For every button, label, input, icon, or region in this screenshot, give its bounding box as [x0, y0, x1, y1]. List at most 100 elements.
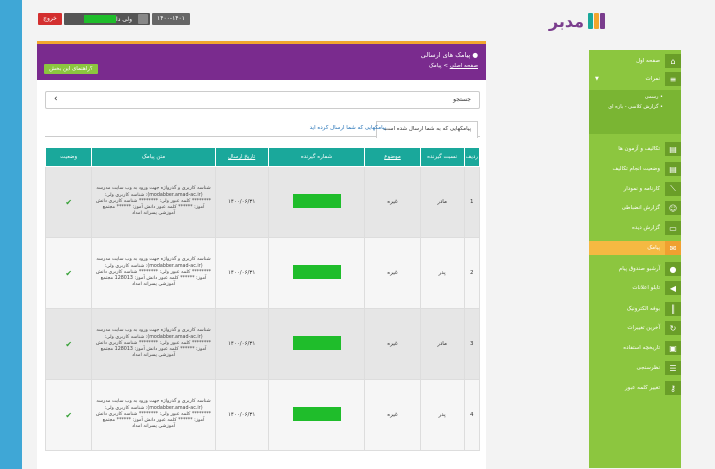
year-selector[interactable]: ۱۴۰۰-۱۴۰۱	[152, 13, 190, 25]
subject: غیره	[364, 166, 421, 238]
recipient-relation: مادر	[419, 308, 465, 380]
tab-sent[interactable]: پیامکهایی که شما ارسال کرده اید	[304, 121, 392, 136]
sidebar-item-homework-status[interactable]: ▤ وضعیت انجام تکالیف	[589, 162, 681, 176]
megaphone-icon: ◀	[665, 281, 681, 295]
tabs: پیامکهایی که به شما ارسال شده است پیامکه…	[45, 121, 480, 138]
send-date: ۱۴۰۰/۰۶/۳۱	[214, 166, 269, 238]
chat-icon: ●	[665, 262, 681, 276]
recipient-number	[267, 308, 366, 380]
send-date: ۱۴۰۰/۰۶/۳۱	[214, 308, 269, 380]
submenu-item-class-report[interactable]: • گزارش کلاسی - بازه ای	[589, 104, 681, 110]
row-number: 3	[463, 308, 481, 380]
redacted-number	[292, 194, 341, 208]
table-row[interactable]: 2 پدر غیره ۱۴۰۰/۰۶/۳۱ شناسه کاربری و گذر…	[44, 237, 481, 309]
message-text: شناسه کاربری و گذرواژه جهت ورود به وب سا…	[91, 308, 216, 380]
logout-button[interactable]: خروج	[38, 13, 62, 25]
table-row[interactable]: 3 مادر غیره ۱۴۰۰/۰۶/۳۱ شناسه کاربری و گذ…	[44, 308, 481, 380]
sidebar-item-survey[interactable]: ☰ نظرسنجی	[589, 361, 681, 375]
submenu-item-official[interactable]: • رسمی	[589, 94, 681, 100]
redacted-number	[292, 336, 341, 350]
col-header-send-date[interactable]: تاریخ ارسال	[214, 147, 269, 167]
row-number: 2	[463, 237, 481, 309]
status: ✔	[44, 166, 93, 238]
chevron-left-icon[interactable]: ‹	[54, 94, 58, 104]
table-row[interactable]: 1 مادر غیره ۱۴۰۰/۰۶/۳۱ شناسه کاربری و گذ…	[44, 166, 481, 238]
sent-check-icon: ✔	[65, 339, 73, 349]
refresh-icon: ↻	[665, 321, 681, 335]
help-button[interactable]: ؟ راهنمای این بخش	[44, 64, 98, 74]
sidebar-submenu: • رسمی • گزارش کلاسی - بازه ای	[589, 90, 681, 134]
search-label: جستجو	[453, 96, 471, 103]
sidebar-item-change-password[interactable]: ⚷ تغییر کلمه عبور	[589, 381, 681, 395]
send-date: ۱۴۰۰/۰۶/۳۱	[214, 237, 269, 309]
subject: غیره	[364, 308, 421, 380]
table-row[interactable]: 4 پدر غیره ۱۴۰۰/۰۶/۳۱ شناسه کاربری و گذر…	[44, 379, 481, 451]
sidebar-item-home[interactable]: ⌂ صفحه اول	[589, 54, 681, 68]
recipient-number	[267, 166, 366, 238]
table-header-row: ردیف نسبت گیرنده موضوع شماره گیرنده تاری…	[44, 147, 481, 167]
mail-icon: ✉	[665, 241, 681, 255]
message-text: شناسه کاربری و گذرواژه جهت ورود به وب سا…	[91, 166, 216, 238]
sidebar-item-sms[interactable]: ✉ پیامک	[589, 241, 681, 255]
sidebar-item-report-card[interactable]: ⟋ کارنامه و نمودار	[589, 182, 681, 196]
col-header-subject[interactable]: موضوع	[364, 147, 421, 167]
row-number: 4	[463, 379, 481, 451]
col-header-status: وضعیت	[44, 147, 93, 167]
page-title: ● پیامک های ارسالی	[420, 51, 478, 59]
home-icon: ⌂	[665, 54, 681, 68]
user-icon	[138, 14, 148, 24]
sms-table: ردیف نسبت گیرنده موضوع شماره گیرنده تاری…	[44, 147, 481, 451]
caret-down-icon: ▼	[595, 76, 599, 82]
recipient-relation: پدر	[419, 237, 465, 309]
sidebar-item-recent-changes[interactable]: ↻ آخرین تغییرات	[589, 321, 681, 335]
help-icon: ؟	[89, 66, 93, 72]
search-panel[interactable]: جستجو ‹	[45, 91, 480, 109]
people-icon: ☺	[665, 201, 681, 215]
sent-check-icon: ✔	[65, 268, 73, 278]
book-icon: ▤	[665, 162, 681, 176]
sidebar-item-message-archive[interactable]: ● آرشیو صندوق پیام	[589, 262, 681, 276]
user-name-redacted	[84, 15, 116, 23]
col-header-relation: نسبت گیرنده	[419, 147, 465, 167]
breadcrumb: صفحه اصلی > پیامک	[428, 63, 478, 69]
status: ✔	[44, 308, 93, 380]
page-header: ● پیامک های ارسالی صفحه اصلی > پیامک ؟ ر…	[37, 41, 486, 80]
box-icon: ▣	[665, 341, 681, 355]
breadcrumb-current: پیامک	[428, 63, 442, 69]
subject: غیره	[364, 237, 421, 309]
sidebar-item-buffet[interactable]: ║ بوفه الکترونیک	[589, 302, 681, 316]
send-date: ۱۴۰۰/۰۶/۳۱	[214, 379, 269, 451]
card-icon: ▭	[665, 221, 681, 235]
breadcrumb-home-link[interactable]: صفحه اصلی	[450, 63, 478, 69]
barcode-icon: ║	[665, 302, 681, 316]
col-header-row-number: ردیف	[463, 147, 481, 167]
sidebar-item-announcements[interactable]: ◀ تابلو اعلانات	[589, 281, 681, 295]
sidebar-item-grades[interactable]: ≡ نمرات ▼	[589, 72, 681, 86]
recipient-relation: مادر	[419, 166, 465, 238]
row-number: 1	[463, 166, 481, 238]
user-box[interactable]: ولی دانش آموز	[64, 13, 150, 25]
books-logo-icon	[588, 13, 605, 29]
sidebar-item-usage-history[interactable]: ▣ تاریخچه استفاده	[589, 341, 681, 355]
main-content: ● پیامک های ارسالی صفحه اصلی > پیامک ؟ ر…	[37, 41, 486, 469]
sidebar-item-homework[interactable]: ▤ تکالیف و آزمون ها	[589, 142, 681, 156]
recipient-number	[267, 237, 366, 309]
list-icon: ≡	[665, 72, 681, 86]
redacted-number	[292, 407, 341, 421]
message-text: شناسه کاربری و گذرواژه جهت ورود به وب سا…	[91, 237, 216, 309]
status: ✔	[44, 379, 93, 451]
list-icon: ☰	[665, 361, 681, 375]
sidebar-item-seen-report[interactable]: ▭ گزارش دیده	[589, 221, 681, 235]
key-icon: ⚷	[665, 381, 681, 395]
sidebar-item-discipline[interactable]: ☺ گزارش انضباطی	[589, 201, 681, 215]
message-text: شناسه کاربری و گذرواژه جهت ورود به وب سا…	[91, 379, 216, 451]
brand-logo[interactable]: مدبر	[549, 10, 605, 32]
recipient-relation: پدر	[419, 379, 465, 451]
sidebar: ⌂ صفحه اول ≡ نمرات ▼ • رسمی • گزارش کلاسی -…	[589, 50, 681, 468]
book-icon: ▤	[665, 142, 681, 156]
top-bar: خروج ولی دانش آموز ۱۴۰۰-۱۴۰۱ مدبر	[22, 0, 715, 38]
col-header-recipient-number: شماره گیرنده	[267, 147, 366, 167]
chart-icon: ⟋	[665, 182, 681, 196]
status: ✔	[44, 237, 93, 309]
sent-check-icon: ✔	[65, 410, 73, 420]
